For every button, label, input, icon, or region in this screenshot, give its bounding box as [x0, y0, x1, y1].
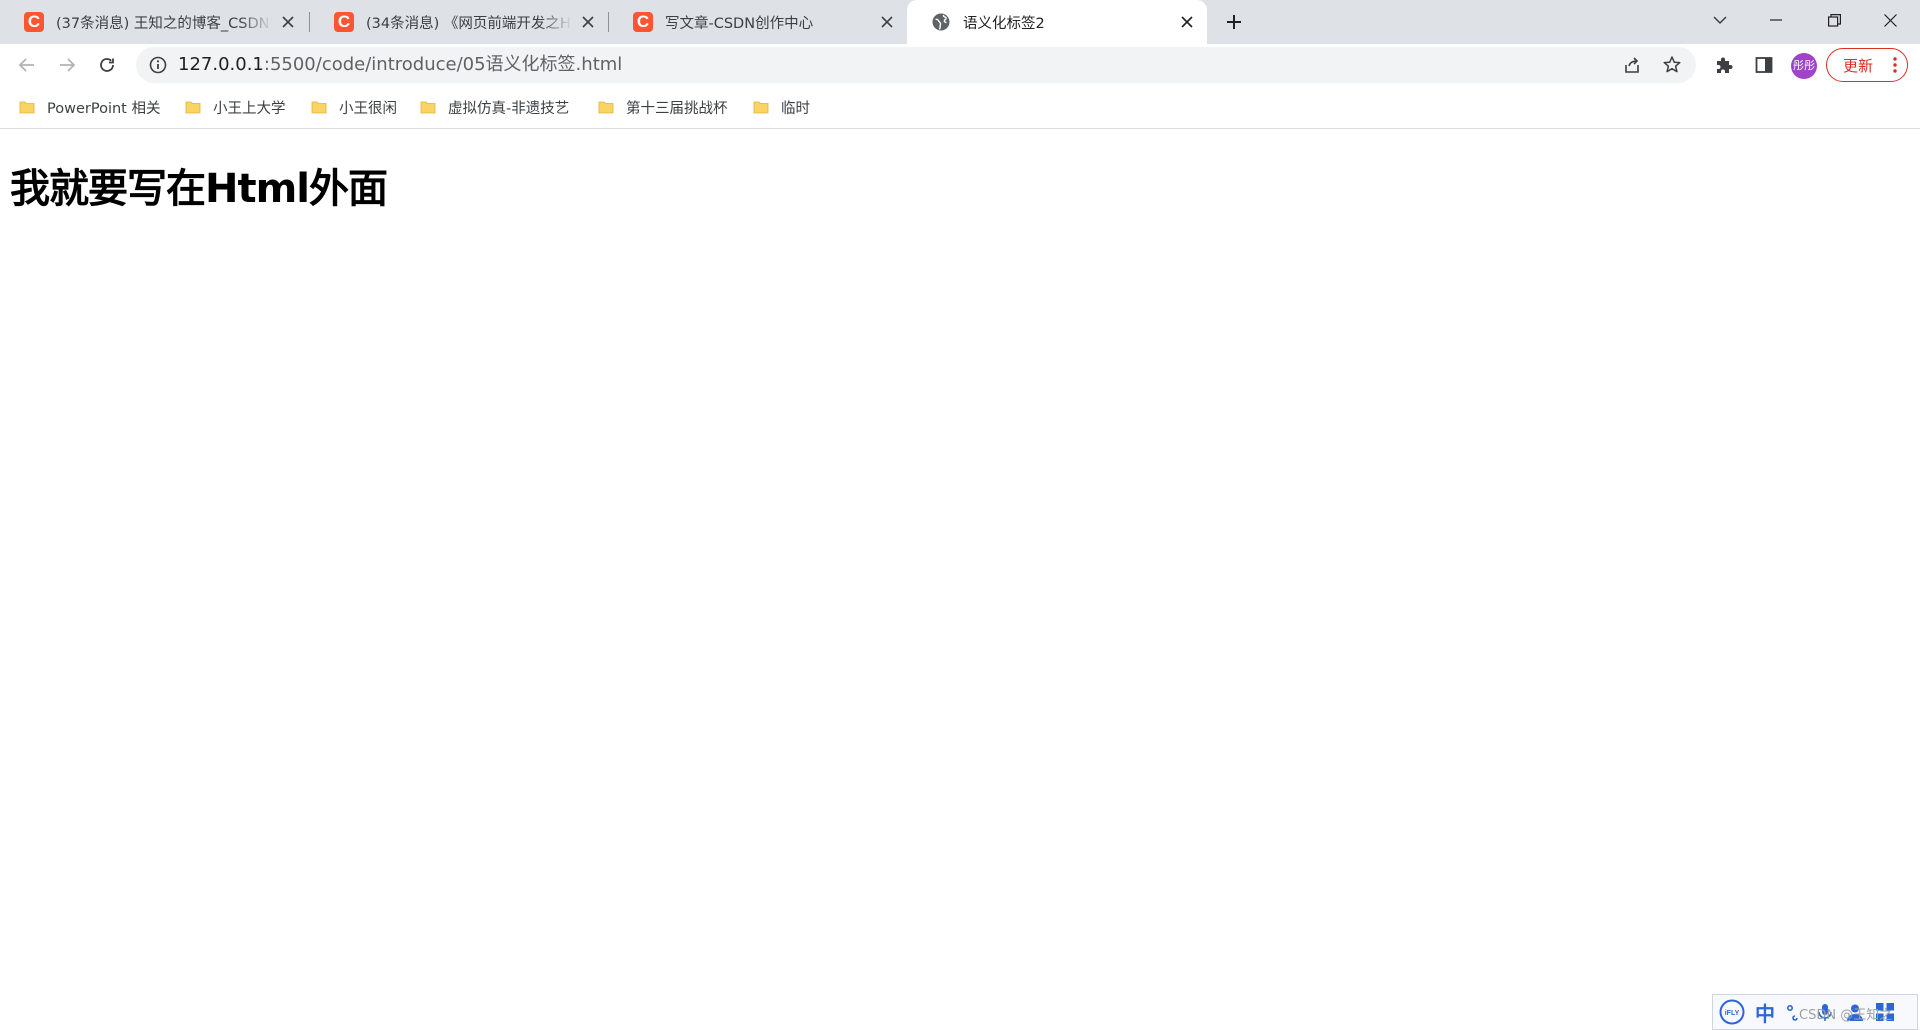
tab-title: 语义化标签2	[963, 15, 1045, 32]
bookmark-folder-xiaowang-idle[interactable]: 小王很闲	[311, 96, 397, 118]
csdn-icon: C	[633, 12, 653, 32]
ime-toolbar: iFLY 中 CSDN @王知之	[1712, 994, 1918, 1030]
url-host: 127.0.0.1	[178, 54, 264, 75]
puzzle-icon	[1717, 57, 1733, 73]
bookmark-folder-xiaowang-university[interactable]: 小王上大学	[185, 96, 286, 118]
url-text[interactable]: 127.0.0.1:5500/code/introduce/05语义化标签.ht…	[178, 47, 622, 83]
tab-csdn-blog[interactable]: C (37条消息) 王知之的博客_CSDN博客	[0, 0, 308, 44]
tab-semantic-tags[interactable]: 语义化标签2	[907, 0, 1207, 44]
chevron-down-icon	[1713, 16, 1727, 25]
folder-icon	[420, 101, 436, 114]
globe-icon	[932, 13, 950, 31]
restore-button[interactable]	[1806, 0, 1862, 40]
bookmark-folder-temp[interactable]: 临时	[753, 96, 810, 118]
ime-mode-toggle[interactable]: 中	[1755, 998, 1775, 1027]
close-icon	[1883, 13, 1897, 27]
punctuation-icon[interactable]	[1785, 1002, 1805, 1022]
star-icon	[1663, 56, 1681, 73]
bookmark-folder-powerpoint[interactable]: PowerPoint 相关	[19, 96, 160, 118]
page-heading: 我就要写在Html外面	[10, 166, 388, 212]
bookmarks-bar: PowerPoint 相关 小王上大学 小王很闲 虚拟仿真-非遗技艺 第十三届挑…	[0, 86, 1920, 129]
reload-icon	[100, 58, 114, 72]
folder-icon	[311, 101, 327, 114]
url-path: :5500/code/introduce/05语义化标签.html	[263, 54, 623, 75]
bookmark-label: 临时	[781, 100, 810, 117]
user-icon[interactable]	[1845, 1002, 1865, 1022]
bookmark-label: 第十三届挑战杯	[626, 100, 728, 117]
tab-search-button[interactable]	[1692, 0, 1748, 40]
close-icon[interactable]	[578, 12, 598, 32]
more-vert-icon	[1893, 57, 1897, 73]
minimize-button[interactable]	[1748, 0, 1804, 40]
restore-icon	[1827, 13, 1841, 27]
iflytek-logo-icon[interactable]: iFLY	[1719, 999, 1745, 1025]
close-icon[interactable]	[278, 12, 298, 32]
bookmark-folder-virtual-sim[interactable]: 虚拟仿真-非遗技艺	[420, 96, 569, 118]
reload-button[interactable]	[92, 50, 122, 80]
new-tab-button[interactable]	[1222, 10, 1246, 34]
tab-title: (34条消息) 《网页前端开发之HTML》	[366, 15, 572, 32]
tab-title: 写文章-CSDN创作中心	[665, 15, 814, 32]
microphone-icon[interactable]	[1815, 1002, 1835, 1022]
bookmark-folder-challenge-cup[interactable]: 第十三届挑战杯	[598, 96, 728, 118]
update-label: 更新	[1843, 56, 1874, 75]
close-icon[interactable]	[877, 12, 897, 32]
side-panel-icon	[1755, 57, 1773, 73]
back-button[interactable]	[12, 50, 42, 80]
tab-html-column[interactable]: C (34条消息) 《网页前端开发之HTML》	[310, 0, 608, 44]
extensions-button[interactable]	[1711, 52, 1737, 78]
share-button[interactable]	[1620, 53, 1644, 77]
bookmark-label: 虚拟仿真-非遗技艺	[448, 100, 570, 117]
tab-title: (37条消息) 王知之的博客_CSDN博客	[56, 15, 272, 32]
csdn-icon: C	[24, 12, 44, 32]
folder-icon	[598, 101, 614, 114]
ime-logo-text: iFLY	[1725, 1010, 1740, 1017]
close-window-button[interactable]	[1862, 0, 1918, 40]
side-panel-button[interactable]	[1751, 52, 1777, 78]
bookmark-star-button[interactable]	[1660, 53, 1684, 77]
minimize-icon	[1770, 19, 1782, 21]
tab-strip: C (37条消息) 王知之的博客_CSDN博客 C (34条消息) 《网页前端开…	[0, 0, 1920, 44]
bookmark-label: 小王上大学	[213, 100, 286, 117]
folder-icon	[753, 101, 769, 114]
arrow-left-icon	[18, 58, 34, 72]
browser-toolbar: 127.0.0.1:5500/code/introduce/05语义化标签.ht…	[0, 44, 1920, 86]
share-icon	[1625, 57, 1639, 73]
folder-icon	[19, 101, 35, 114]
bookmark-label: PowerPoint 相关	[47, 100, 161, 117]
forward-button[interactable]	[52, 50, 82, 80]
address-bar[interactable]: 127.0.0.1:5500/code/introduce/05语义化标签.ht…	[136, 47, 1696, 83]
update-button[interactable]: 更新	[1826, 48, 1908, 82]
arrow-right-icon	[60, 58, 76, 72]
folder-icon	[185, 101, 201, 114]
avatar[interactable]: 彤彤	[1791, 53, 1817, 79]
tab-write-article[interactable]: C 写文章-CSDN创作中心	[609, 0, 907, 44]
csdn-icon: C	[334, 12, 354, 32]
close-icon[interactable]	[1177, 12, 1197, 32]
bookmark-label: 小王很闲	[339, 100, 397, 117]
info-icon[interactable]	[148, 55, 168, 75]
apps-grid-icon[interactable]	[1875, 1002, 1895, 1022]
